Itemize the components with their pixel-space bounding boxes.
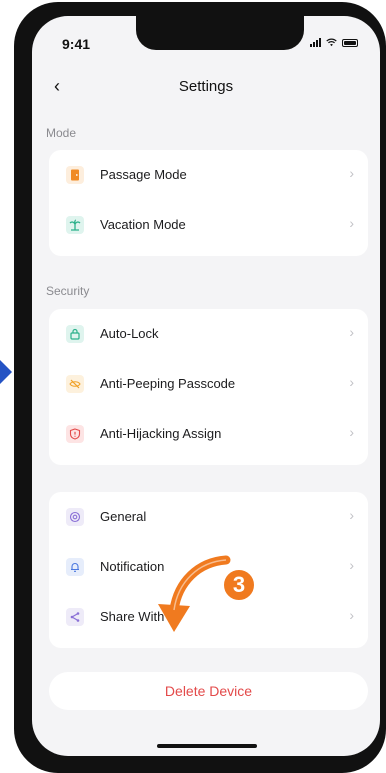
list-item-label: General (100, 509, 147, 524)
chevron-right-icon: › (349, 557, 354, 573)
annotation-arrow-icon (158, 555, 231, 632)
palm-tree-icon (66, 216, 84, 234)
chevron-right-icon: › (349, 607, 354, 623)
chevron-right-icon: › (349, 215, 354, 231)
page-title: Settings (178, 78, 234, 95)
chevron-right-icon: › (349, 324, 354, 340)
signal-icon (310, 38, 321, 47)
delete-device-button[interactable]: Delete Device (49, 672, 368, 710)
status-time: 9:41 (62, 36, 91, 52)
list-item-passage-mode[interactable]: Passage Mode › (49, 150, 368, 200)
eye-off-icon (66, 375, 84, 393)
share-icon (66, 608, 84, 626)
home-indicator (157, 744, 257, 748)
wifi-icon (326, 38, 337, 47)
notch (136, 16, 304, 50)
list-item-label: Anti-Peeping Passcode (100, 376, 236, 391)
shield-alert-icon (66, 425, 84, 443)
chevron-right-icon: › (349, 374, 354, 390)
list-item-general[interactable]: General › (49, 492, 368, 542)
phone-frame: 9:41 ‹ Settings Mode Passage Mode › Vaca… (14, 2, 386, 773)
list-item-anti-hijacking-assign[interactable]: Anti-Hijacking Assign › (49, 409, 368, 459)
step-badge: 3 (222, 568, 256, 602)
pointer-arrow-icon (0, 360, 12, 384)
bell-icon (66, 558, 84, 576)
list-item-vacation-mode[interactable]: Vacation Mode › (49, 200, 368, 250)
list-item-anti-peeping-passcode[interactable]: Anti-Peeping Passcode › (49, 359, 368, 409)
section-label-security: Security (46, 284, 90, 298)
list-item-label: Auto-Lock (100, 326, 159, 341)
status-icons (310, 38, 358, 47)
nav-bar: ‹ Settings (32, 74, 380, 104)
battery-icon (342, 39, 358, 47)
chevron-right-icon: › (349, 165, 354, 181)
section-label-mode: Mode (46, 126, 77, 140)
security-card: Auto-Lock › Anti-Peeping Passcode › Anti… (49, 309, 368, 465)
door-icon (66, 166, 84, 184)
list-item-label: Vacation Mode (100, 217, 186, 232)
chevron-right-icon: › (349, 507, 354, 523)
lock-icon (66, 325, 84, 343)
chevron-right-icon: › (349, 424, 354, 440)
mode-card: Passage Mode › Vacation Mode › (49, 150, 368, 256)
list-item-label: Anti-Hijacking Assign (100, 426, 222, 441)
settings-icon (66, 508, 84, 526)
list-item-label: Passage Mode (100, 167, 187, 182)
list-item-auto-lock[interactable]: Auto-Lock › (49, 309, 368, 359)
screen: 9:41 ‹ Settings Mode Passage Mode › Vaca… (32, 16, 380, 756)
